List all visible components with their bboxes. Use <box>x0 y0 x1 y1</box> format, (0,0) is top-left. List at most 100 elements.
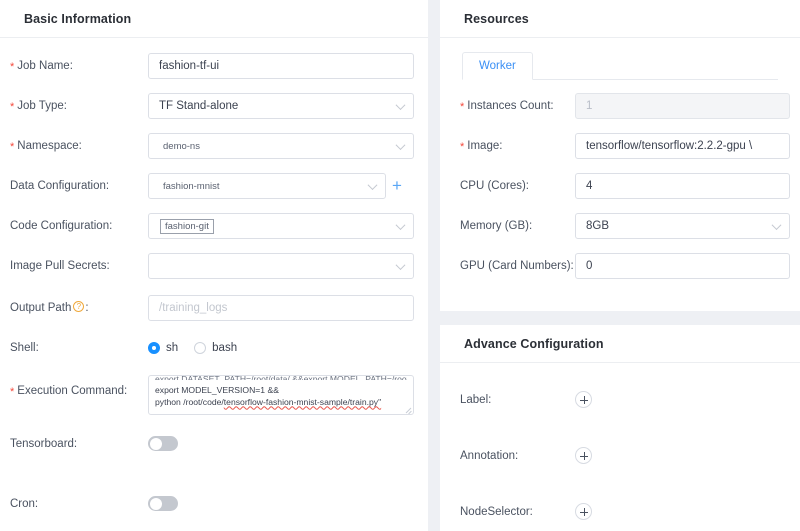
cpu-input[interactable]: 4 <box>575 173 790 199</box>
label-memory: Memory (GB): <box>440 213 575 239</box>
row-advance-nodeselector: NodeSelector: <box>440 503 800 521</box>
advance-configuration-header: Advance Configuration <box>440 325 800 363</box>
namespace-select[interactable]: demo-ns <box>148 133 414 159</box>
label-image-text: Image: <box>467 140 503 152</box>
add-nodeselector-button[interactable] <box>575 503 592 520</box>
label-image: * Image: <box>440 133 575 159</box>
chevron-down-icon <box>771 220 782 231</box>
cpu-value: 4 <box>586 180 593 192</box>
radio-dot-icon <box>148 342 160 354</box>
row-namespace: * Namespace: demo-ns <box>0 133 428 159</box>
shell-radio-sh-label: sh <box>166 342 179 354</box>
label-shell-text: Shell: <box>10 342 39 354</box>
toggle-knob <box>149 437 162 450</box>
execution-command-textarea[interactable]: export DATASET_PATH=/root/data/ &&export… <box>148 375 414 415</box>
tab-worker[interactable]: Worker <box>462 52 533 80</box>
label-instances-count-text: Instances Count: <box>467 100 554 112</box>
row-cpu: CPU (Cores): 4 <box>440 173 800 199</box>
add-annotation-button[interactable] <box>575 447 592 464</box>
row-gpu: GPU (Card Numbers): 0 <box>440 253 800 279</box>
job-type-select[interactable]: TF Stand-alone <box>148 93 414 119</box>
output-path-placeholder: /training_logs <box>159 302 228 314</box>
label-namespace-text: Namespace: <box>17 140 82 152</box>
job-type-value: TF Stand-alone <box>159 100 239 112</box>
job-name-input[interactable]: fashion-tf-ui <box>148 53 414 79</box>
required-marker: * <box>10 101 15 113</box>
label-job-type-text: Job Type: <box>17 100 67 112</box>
row-job-name: * Job Name: fashion-tf-ui <box>0 53 428 79</box>
chevron-down-icon <box>395 140 406 151</box>
tab-worker-label: Worker <box>479 60 516 72</box>
memory-value: 8GB <box>586 220 610 232</box>
label-job-name-text: Job Name: <box>17 60 73 72</box>
resources-header: Resources <box>440 0 800 38</box>
required-marker: * <box>460 101 465 113</box>
data-configuration-select[interactable]: fashion-mnist <box>148 173 386 199</box>
tensorboard-toggle[interactable] <box>148 436 178 451</box>
execution-command-line-3: python /root/code/tensorflow-fashion-mni… <box>155 397 407 409</box>
memory-select[interactable]: 8GB <box>575 213 790 239</box>
label-job-type: * Job Type: <box>0 93 148 119</box>
panel-gutter <box>428 0 440 531</box>
namespace-value: demo-ns <box>163 140 200 152</box>
label-execution-command: * Execution Command: <box>0 375 148 407</box>
code-configuration-value: fashion-git <box>160 218 214 234</box>
label-advance-annotation: Annotation: <box>440 447 575 465</box>
add-data-configuration-icon[interactable]: + <box>392 177 402 194</box>
basic-information-panel: Basic Information * Job Name: fashion-tf-… <box>0 0 428 531</box>
label-code-configuration: Code Configuration: <box>0 213 148 239</box>
row-job-type: * Job Type: TF Stand-alone <box>0 93 428 119</box>
cron-toggle[interactable] <box>148 496 178 511</box>
image-pull-secrets-select[interactable] <box>148 253 414 279</box>
image-input[interactable]: tensorflow/tensorflow:2.2.2-gpu \ <box>575 133 790 159</box>
row-tensorboard: Tensorboard: <box>0 436 428 452</box>
required-marker: * <box>10 141 15 153</box>
label-tensorboard: Tensorboard: <box>0 436 148 452</box>
row-advance-annotation: Annotation: <box>440 447 800 465</box>
execution-command-line-2: export MODEL_VERSION=1 && <box>155 385 279 395</box>
label-advance-nodeselector-text: NodeSelector: <box>460 506 533 518</box>
label-output-path: Output Path?: <box>0 295 148 321</box>
row-instances-count: * Instances Count: 1 <box>440 93 800 119</box>
execution-command-line-3b: tensorflow-fashion-mnist-sample/train.py… <box>223 396 382 407</box>
label-output-path-colon: : <box>85 302 89 314</box>
label-advance-nodeselector: NodeSelector: <box>440 503 575 521</box>
shell-radio-group: sh bash <box>148 335 253 361</box>
execution-command-line-3a: python /root/code/ <box>155 396 224 407</box>
code-configuration-select[interactable]: fashion-git <box>148 213 414 239</box>
label-cpu-text: CPU (Cores): <box>460 180 530 192</box>
advance-configuration-title: Advance Configuration <box>464 336 604 351</box>
chevron-down-icon <box>395 100 406 111</box>
label-cron: Cron: <box>0 496 148 512</box>
gpu-input[interactable]: 0 <box>575 253 790 279</box>
advance-configuration-panel: Advance Configuration Label: Annotation:… <box>440 325 800 531</box>
label-advance-label-text: Label: <box>460 394 492 406</box>
row-cron: Cron: <box>0 496 428 512</box>
label-gpu-text: GPU (Card Numbers): <box>460 260 574 272</box>
label-cpu: CPU (Cores): <box>440 173 575 199</box>
output-path-input[interactable]: /training_logs <box>148 295 414 321</box>
shell-radio-bash[interactable]: bash <box>194 342 237 354</box>
question-mark-icon[interactable]: ? <box>73 301 85 313</box>
basic-information-title: Basic Information <box>24 11 132 26</box>
row-data-configuration: Data Configuration: fashion-mnist + <box>0 173 428 199</box>
instances-count-input: 1 <box>575 93 790 119</box>
shell-radio-bash-label: bash <box>212 342 238 354</box>
instances-count-value: 1 <box>586 100 593 112</box>
resize-handle-icon[interactable] <box>404 405 412 413</box>
chevron-down-icon <box>367 180 378 191</box>
label-job-name: * Job Name: <box>0 53 148 79</box>
job-create-form-page: Basic Information * Job Name: fashion-tf-… <box>0 0 800 531</box>
resources-tabs: Worker <box>462 52 778 80</box>
label-data-configuration-text: Data Configuration: <box>10 180 110 192</box>
required-marker: * <box>10 61 15 73</box>
row-memory: Memory (GB): 8GB <box>440 213 800 239</box>
label-code-configuration-text: Code Configuration: <box>10 220 113 232</box>
shell-radio-sh[interactable]: sh <box>148 342 178 354</box>
row-image: * Image: tensorflow/tensorflow:2.2.2-gpu … <box>440 133 800 159</box>
row-execution-command: * Execution Command: export DATASET_PATH=… <box>0 375 428 415</box>
label-execution-command-text: Execution Command: <box>17 385 128 397</box>
add-label-button[interactable] <box>575 391 592 408</box>
resources-title: Resources <box>464 11 529 26</box>
label-output-path-text: Output Path <box>10 302 72 314</box>
